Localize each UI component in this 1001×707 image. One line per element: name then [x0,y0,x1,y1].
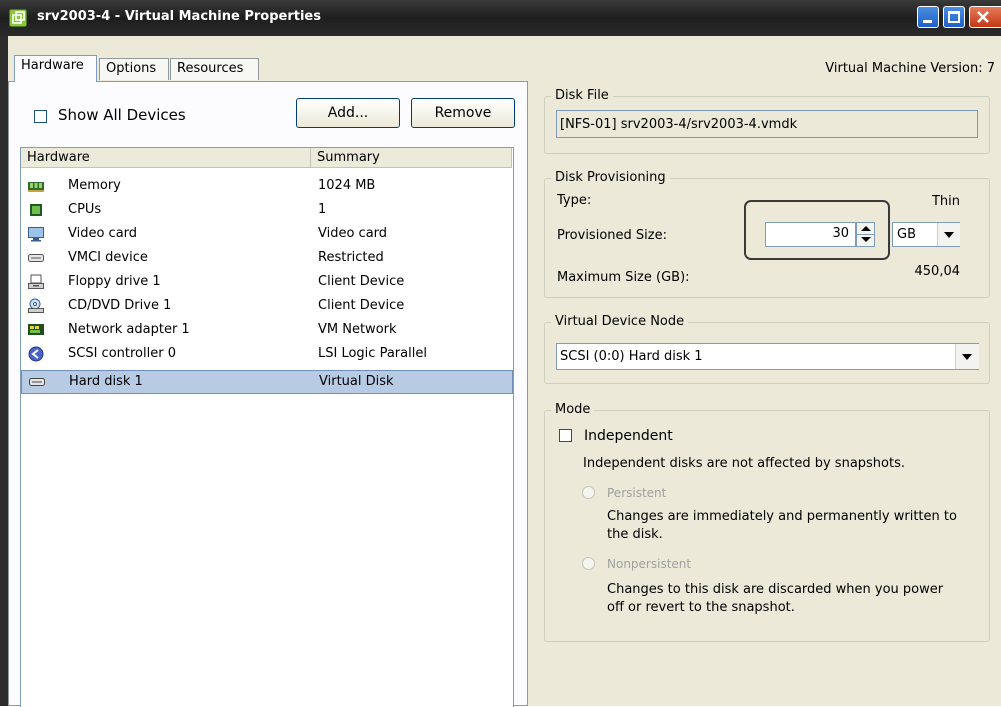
maximize-icon [948,11,960,23]
minimize-icon [923,20,932,23]
device-summary: Client Device [318,298,405,313]
device-summary: 1 [318,202,327,217]
independent-label: Independent [584,428,673,444]
close-button[interactable] [969,6,1001,28]
cpu-icon [30,204,42,216]
device-summary: Client Device [318,274,405,289]
disk-provisioning-legend: Disk Provisioning [551,170,670,185]
device-name: Memory [68,178,121,193]
provisioned-size-input[interactable]: 30 [765,222,856,247]
device-name: Floppy drive 1 [68,274,161,289]
monitor-icon [28,227,44,242]
device-summary: Restricted [318,250,384,265]
title-bar[interactable]: srv2003-4 - Virtual Machine Properties [0,0,1001,36]
window-left-border [0,36,8,706]
device-summary: LSI Logic Parallel [318,346,427,361]
vm-version-label: Virtual Machine Version: 7 [825,61,995,76]
nonpersistent-description-line2: off or revert to the snapshot. [607,600,795,615]
persistent-description-line1: Changes are immediately and permanently … [607,509,957,524]
minimize-button[interactable] [917,6,939,28]
device-name: Hard disk 1 [69,374,143,389]
column-header-hardware[interactable]: Hardware [21,148,311,168]
type-value: Thin [931,194,960,209]
memory-icon [28,182,44,192]
cd-drive-icon [28,298,44,313]
hardware-row-video-card[interactable]: Video card Video card [21,222,513,246]
persistent-description-line2: the disk. [607,527,663,542]
independent-checkbox[interactable] [559,429,572,442]
device-summary: Virtual Disk [319,374,394,389]
spin-down-icon[interactable] [861,237,871,242]
remove-button[interactable]: Remove [411,98,515,128]
column-header-summary[interactable]: Summary [311,148,512,168]
size-spinner[interactable] [856,222,875,247]
maximum-size-value: 450,04 [914,264,961,279]
nonpersistent-label: Nonpersistent [607,557,692,571]
device-node-select[interactable]: SCSI (0:0) Hard disk 1 [556,343,979,370]
device-name: Network adapter 1 [68,322,190,337]
virtual-device-node-legend: Virtual Device Node [551,314,689,329]
hardware-row-vmci-device[interactable]: VMCI device Restricted [21,246,513,270]
tab-options[interactable]: Options [99,58,169,80]
size-unit-value: GB [897,227,916,242]
nonpersistent-description-line1: Changes to this disk are discarded when … [607,582,944,597]
chevron-down-icon [944,232,954,238]
close-icon [977,11,989,23]
hardware-row-hard-disk-1[interactable]: Hard disk 1 Virtual Disk [21,370,513,394]
mode-legend: Mode [551,402,595,417]
device-name: Video card [68,226,138,241]
device-node-dropdown-button[interactable] [955,344,979,369]
vmware-app-icon [9,9,27,27]
spin-up-icon[interactable] [861,226,871,231]
disk-file-legend: Disk File [551,88,613,103]
device-name: VMCI device [68,250,148,265]
device-name: CPUs [68,202,102,217]
tab-resources[interactable]: Resources [170,58,259,80]
device-name: SCSI controller 0 [68,346,176,361]
disk-file-field[interactable]: [NFS-01] srv2003-4/srv2003-4.vmdk [556,110,978,138]
hardware-row-cpus[interactable]: CPUs 1 [21,198,513,222]
unit-dropdown-button[interactable] [937,223,960,246]
size-unit-select[interactable]: GB [892,222,960,247]
network-adapter-icon [28,324,44,335]
tab-hardware[interactable]: Hardware [14,55,97,82]
hardware-list[interactable]: Hardware Summary Memory 1024 MB CPUs 1 V… [20,147,514,707]
hardware-row-memory[interactable]: Memory 1024 MB [21,174,513,198]
device-summary: VM Network [318,322,397,337]
type-label: Type: [557,193,592,208]
nonpersistent-radio[interactable] [582,557,595,570]
window-title: srv2003-4 - Virtual Machine Properties [37,9,321,24]
vmci-icon [28,254,44,262]
hardware-row-scsi-controller-0[interactable]: SCSI controller 0 LSI Logic Parallel [21,342,513,366]
device-summary: 1024 MB [318,178,376,193]
chevron-down-icon [962,354,972,360]
persistent-label: Persistent [607,486,667,500]
device-node-value: SCSI (0:0) Hard disk 1 [560,349,703,364]
hardware-row-network-adapter-1[interactable]: Network adapter 1 VM Network [21,318,513,342]
scsi-controller-icon [28,346,44,362]
spinner-divider [857,234,874,235]
device-name: CD/DVD Drive 1 [68,298,172,313]
maximum-size-label: Maximum Size (GB): [557,270,690,285]
floppy-icon [28,274,44,289]
add-button[interactable]: Add... [296,98,400,128]
hardware-row-cd-dvd-drive-1[interactable]: CD/DVD Drive 1 Client Device [21,294,513,318]
provisioned-size-label: Provisioned Size: [557,228,667,243]
hardware-row-floppy-drive-1[interactable]: Floppy drive 1 Client Device [21,270,513,294]
independent-description: Independent disks are not affected by sn… [583,456,906,471]
device-summary: Video card [318,226,388,241]
show-all-devices-checkbox[interactable] [34,110,47,123]
maximize-button[interactable] [943,6,965,28]
show-all-devices-label: Show All Devices [58,106,186,124]
hard-disk-icon [29,378,45,386]
persistent-radio[interactable] [582,486,595,499]
